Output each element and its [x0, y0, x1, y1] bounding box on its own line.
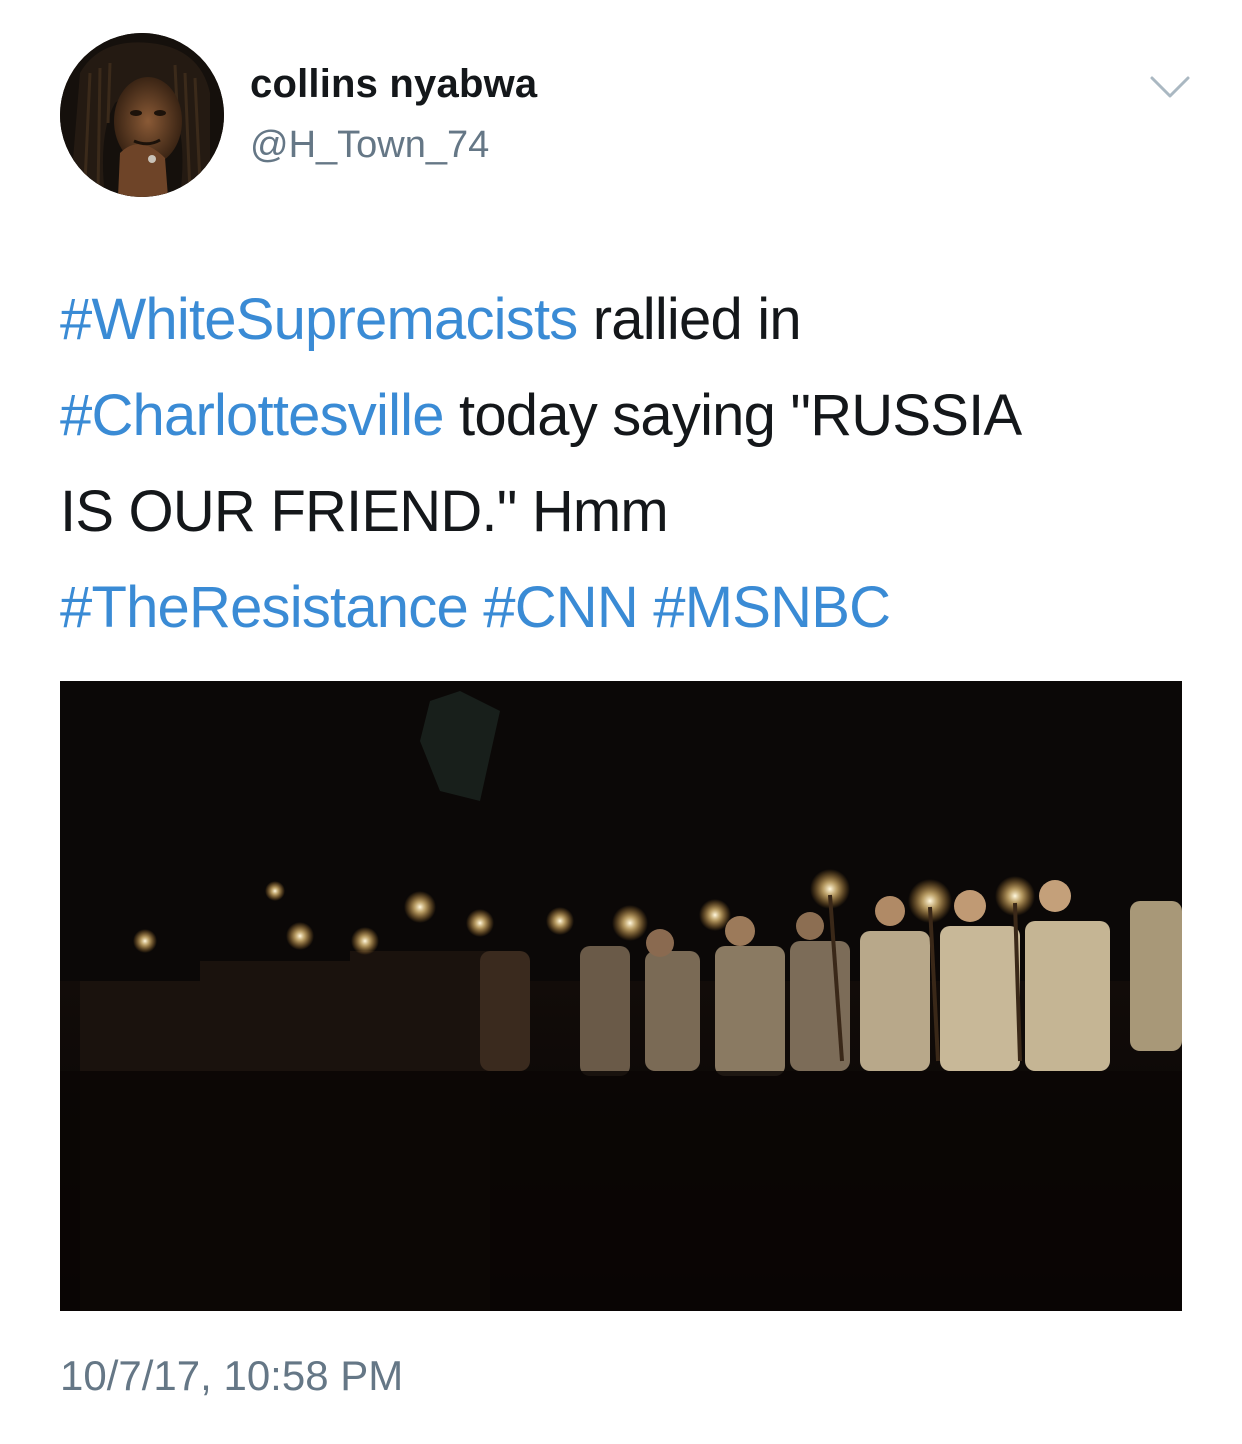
tweet-text-segment: IS OUR FRIEND." Hmm [60, 479, 669, 544]
timestamp[interactable]: 10/7/17, 10:58 PM [60, 1352, 403, 1400]
tweet-line: #TheResistance #CNN #MSNBC [60, 560, 1190, 656]
hashtag-link[interactable]: #WhiteSupremacists [60, 287, 578, 352]
tweet: collins nyabwa @H_Town_74 #WhiteSupremac… [0, 0, 1242, 1444]
tweet-line: IS OUR FRIEND." Hmm [60, 464, 1190, 560]
tweet-text-segment: rallied in [577, 287, 802, 352]
avatar-image [60, 33, 224, 197]
hashtag-link[interactable]: #CNN [483, 575, 639, 640]
video-thumbnail[interactable] [60, 681, 1182, 1311]
chevron-down-icon[interactable] [1148, 72, 1192, 102]
user-handle[interactable]: @H_Town_74 [250, 124, 489, 167]
tweet-line: #WhiteSupremacists rallied in [60, 272, 1190, 368]
hashtag-link[interactable]: #TheResistance [60, 575, 469, 640]
video-frame [60, 681, 1182, 1311]
tweet-line: #Charlottesville today saying "RUSSIA [60, 368, 1190, 464]
hashtag-link[interactable]: #MSNBC [653, 575, 891, 640]
hashtag-link[interactable]: #Charlottesville [60, 383, 445, 448]
avatar[interactable] [60, 33, 224, 197]
tweet-text: #WhiteSupremacists rallied in #Charlotte… [60, 272, 1190, 656]
tweet-text-segment: today saying "RUSSIA [443, 383, 1022, 448]
display-name[interactable]: collins nyabwa [250, 62, 537, 107]
